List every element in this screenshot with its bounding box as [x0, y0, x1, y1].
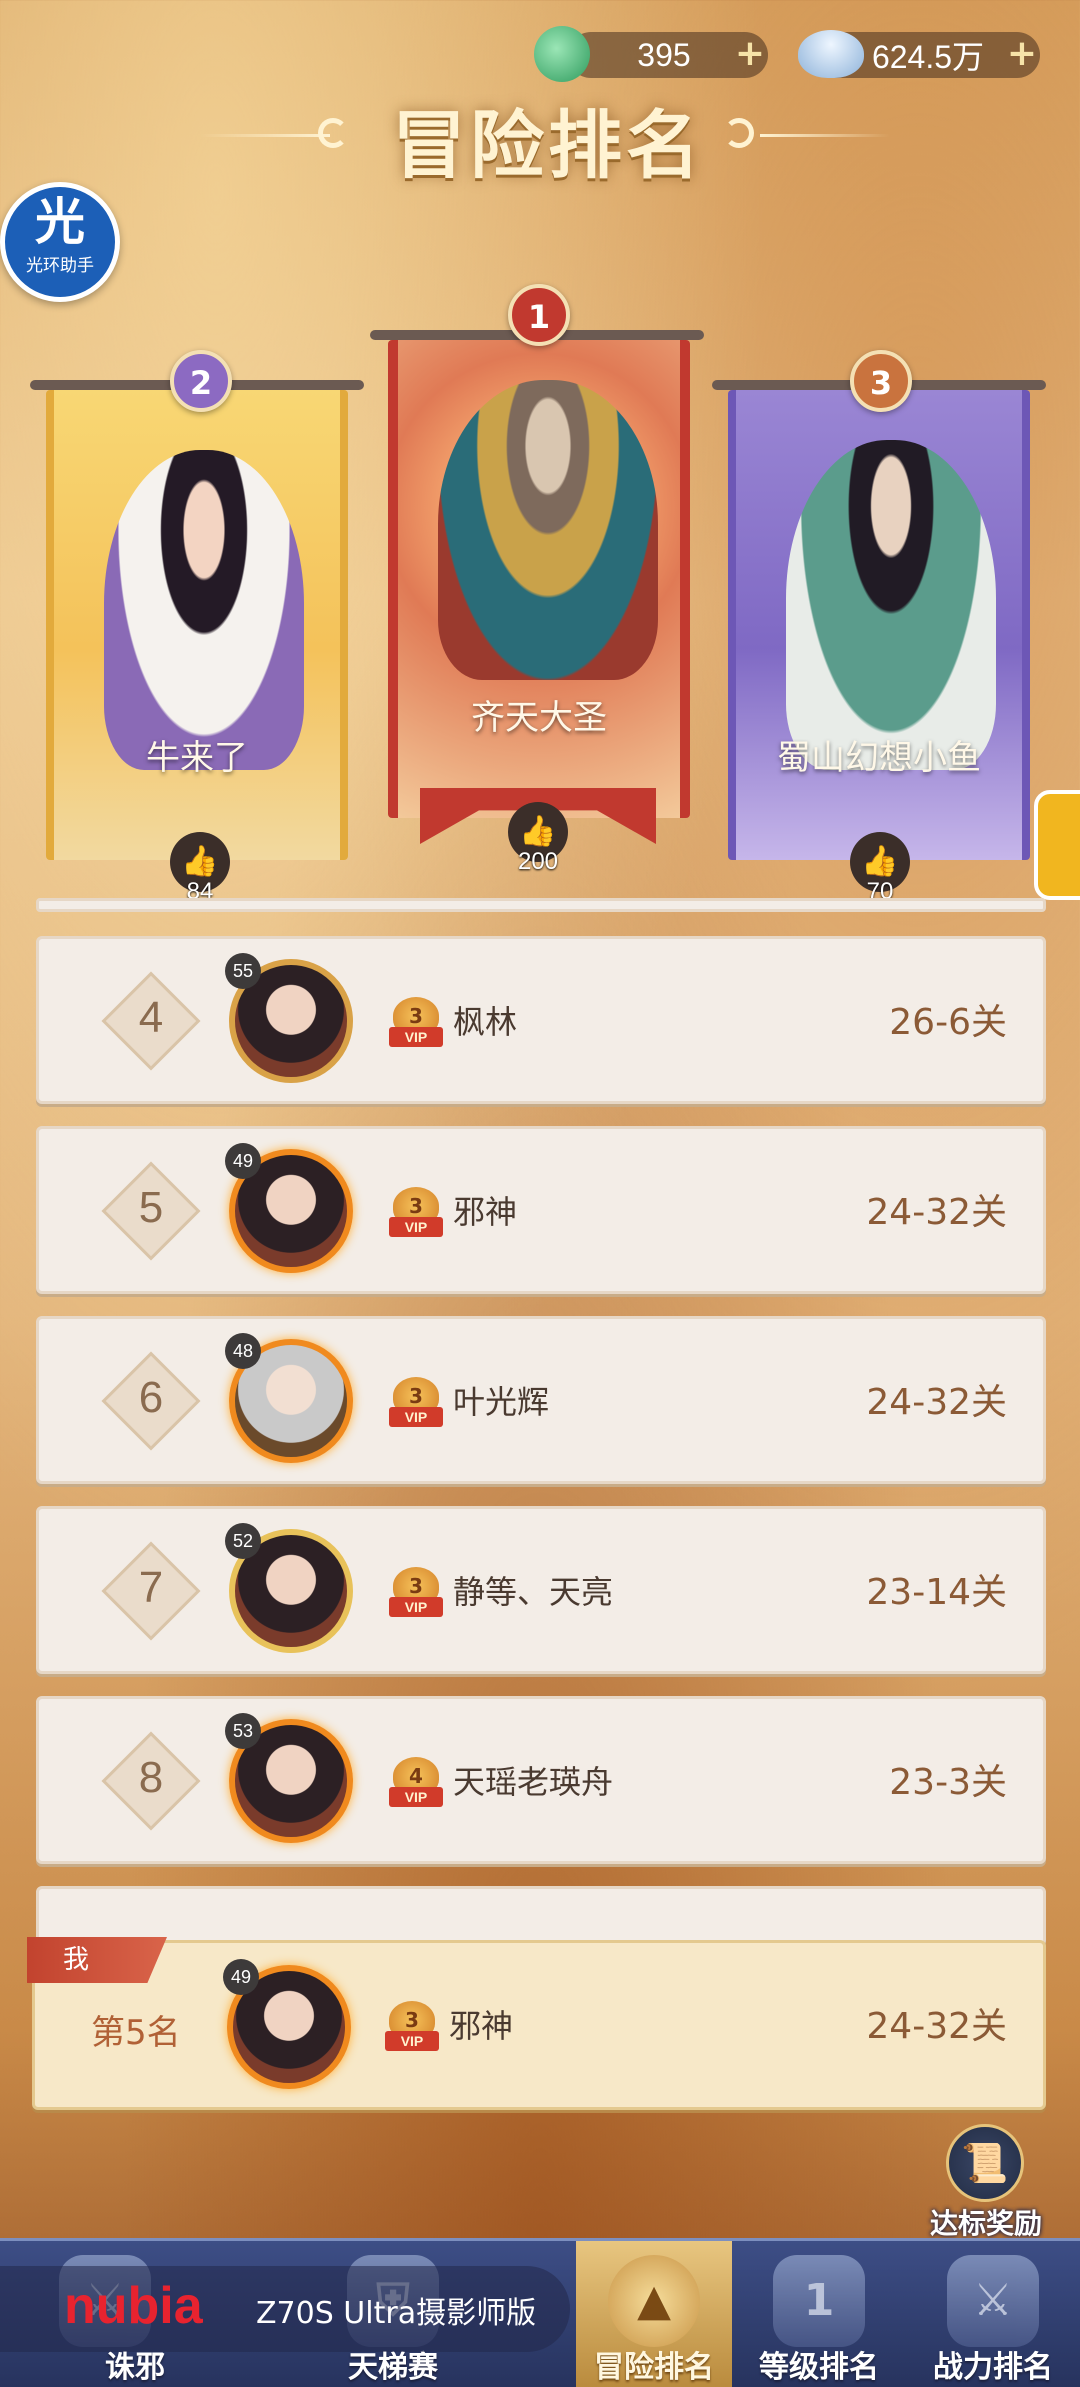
hero-portrait-1: [438, 380, 658, 680]
nav-tab-power-rank[interactable]: ⚔ 战力排名: [906, 2241, 1080, 2387]
nav-tab-level-rank[interactable]: 1 等级排名: [732, 2241, 906, 2387]
title-ornament-right: [760, 134, 890, 137]
level-badge: 55: [225, 953, 261, 989]
level-badge: 49: [225, 1143, 261, 1179]
level-badge: 53: [225, 1713, 261, 1749]
title-ornament-left: [200, 134, 330, 137]
rank-row-6[interactable]: 6 48 3 VIP 叶光辉 24-32关: [36, 1316, 1046, 1484]
podium-name-1: 齐天大圣: [471, 698, 607, 738]
rank-number: 4: [138, 993, 164, 1042]
nav-tab-adventure-rank[interactable]: ▲ 冒险排名: [576, 2241, 732, 2387]
stage-progress: 23-14关: [866, 1572, 1007, 1613]
adventure-icon: ▲: [608, 2255, 700, 2347]
level-badge: 48: [225, 1333, 261, 1369]
level-rank-icon: 1: [773, 2255, 865, 2347]
jade-value: 395: [637, 36, 691, 73]
rank-diamond: 8: [101, 1731, 201, 1831]
assistant-glyph: 光: [35, 193, 85, 251]
jade-icon: [534, 26, 590, 82]
hero-portrait-2: [104, 450, 304, 770]
podium-card-rank-2[interactable]: 牛来了: [46, 390, 348, 860]
podium-name-2: 牛来了: [146, 738, 248, 778]
rank-row-5[interactable]: 5 49 3 VIP 邪神 24-32关: [36, 1126, 1046, 1294]
rank-number: 5: [138, 1183, 164, 1232]
rank-diamond: 4: [101, 971, 201, 1071]
stage-progress: 26-6关: [889, 1002, 1007, 1043]
player-name: 天瑶老瑛舟: [453, 1763, 614, 1801]
my-rank-row[interactable]: 我 第5名 49 3 VIP 邪神 24-32关: [27, 1937, 1046, 2110]
rank-number: 8: [138, 1753, 164, 1802]
vip-badge: 3 VIP: [389, 1567, 443, 1621]
podium-divider: [36, 898, 1046, 912]
stage-progress: 23-3关: [889, 1762, 1007, 1803]
rank-row-4[interactable]: 4 55 3 VIP 枫林 26-6关: [36, 936, 1046, 1104]
jade-currency: 395 +: [568, 32, 768, 78]
my-rank-text: 第5名: [91, 2013, 181, 2053]
power-rank-icon: ⚔: [947, 2255, 1039, 2347]
rank-row-8[interactable]: 8 53 4 VIP 天瑶老瑛舟 23-3关: [36, 1696, 1046, 1864]
player-name: 静等、天亮: [453, 1573, 614, 1611]
rank-number: 6: [138, 1373, 164, 1422]
page-title: 冒险排名: [392, 103, 704, 189]
rank-diamond: 5: [101, 1161, 201, 1261]
watermark-model: Z70S Ultra摄影师版: [256, 2296, 537, 2331]
my-player-name: 邪神: [449, 2007, 514, 2045]
rank-row-partial[interactable]: [36, 1886, 1046, 1946]
assistant-label: 光环助手: [26, 256, 94, 276]
my-vip-badge: 3 VIP: [385, 2001, 439, 2055]
nav-label: 冒险排名: [594, 2350, 714, 2385]
rank-row-7[interactable]: 7 52 3 VIP 静等、天亮 23-14关: [36, 1506, 1046, 1674]
rank-badge-2: 2: [170, 350, 232, 412]
podium-card-rank-1[interactable]: 齐天大圣: [388, 340, 690, 818]
nav-label: 等级排名: [759, 2350, 879, 2385]
rank-badge-1: 1: [508, 284, 570, 346]
rank-badge-3: 3: [850, 350, 912, 412]
player-name: 枫林: [453, 1003, 518, 1041]
rank-diamond: 6: [101, 1351, 201, 1451]
stage-progress: 24-32关: [866, 1192, 1007, 1233]
level-badge: 52: [225, 1523, 261, 1559]
add-jade-button[interactable]: +: [732, 36, 768, 73]
podium-card-rank-3[interactable]: 蜀山幻想小鱼: [728, 390, 1030, 860]
rank-number: 7: [138, 1563, 164, 1612]
player-name: 邪神: [453, 1193, 518, 1231]
hero-portrait-3: [786, 440, 996, 770]
my-level-badge: 49: [223, 1959, 259, 1995]
scroll-icon: 📜: [946, 2124, 1024, 2202]
vip-badge: 3 VIP: [389, 1377, 443, 1431]
vip-badge: 4 VIP: [389, 1757, 443, 1811]
watermark-brand: nubia: [64, 2277, 203, 2335]
stage-progress: 24-32关: [866, 1382, 1007, 1423]
moon-ornament-left: [318, 118, 348, 148]
add-silver-button[interactable]: +: [1004, 36, 1040, 73]
nav-label: 战力排名: [933, 2350, 1053, 2385]
vip-badge: 3 VIP: [389, 1187, 443, 1241]
assistant-logo[interactable]: 光 光环助手: [0, 182, 120, 302]
silver-ingot-icon: [798, 30, 864, 78]
podium-name-3: 蜀山幻想小鱼: [777, 738, 981, 778]
player-name: 叶光辉: [453, 1383, 550, 1421]
camera-watermark: nubia Z70S Ultra摄影师版: [0, 2266, 570, 2352]
vip-badge: 3 VIP: [389, 997, 443, 1051]
my-stage-progress: 24-32关: [866, 2006, 1007, 2047]
rank-diamond: 7: [101, 1541, 201, 1641]
reward-button[interactable]: 📜 达标奖励: [916, 2124, 1056, 2240]
like-count-1: 200: [517, 848, 559, 875]
moon-ornament-right: [724, 118, 754, 148]
me-tag: 我: [27, 1937, 167, 1983]
side-tab-pet[interactable]: [1034, 790, 1080, 900]
reward-label: 达标奖励: [929, 2207, 1042, 2240]
